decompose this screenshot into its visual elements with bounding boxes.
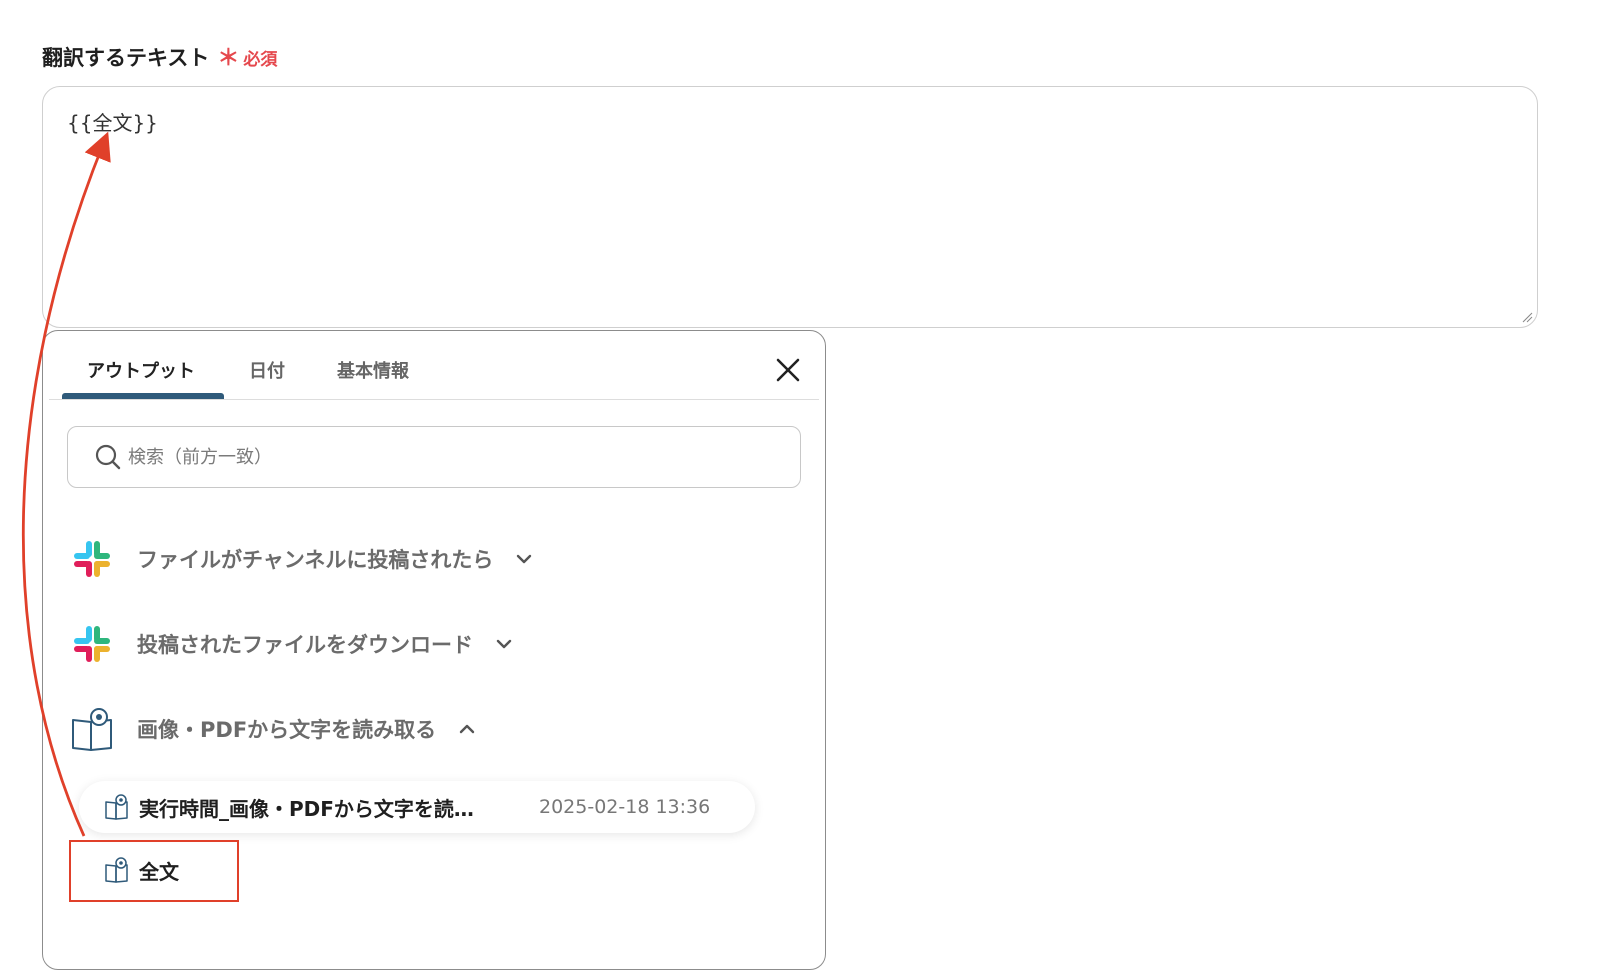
search-icon	[95, 444, 121, 470]
search-input[interactable]	[126, 445, 730, 469]
ocr-book-icon	[105, 857, 128, 883]
tab-basic-info[interactable]: 基本情報	[337, 357, 409, 383]
output-item-full-text[interactable]: 全文	[79, 847, 231, 893]
output-item-date: 2025-02-18 13:36	[539, 796, 711, 818]
translate-text-input[interactable]: {{全文}}	[42, 86, 1538, 328]
group-label: 画像・PDFから文字を読み取る	[137, 718, 437, 742]
required-text: 必須	[243, 50, 278, 70]
close-icon[interactable]	[773, 355, 803, 385]
tab-bar: アウトプット 日付 基本情報	[43, 331, 825, 401]
tab-date[interactable]: 日付	[249, 357, 285, 383]
group-label: ファイルがチャンネルに投稿されたら	[137, 548, 494, 572]
slack-icon	[74, 626, 110, 662]
highlight-box: 全文	[69, 840, 239, 902]
textarea-value: {{全文}}	[67, 111, 158, 135]
ocr-book-icon	[105, 794, 128, 820]
field-label-text: 翻訳するテキスト	[42, 46, 210, 70]
output-item-execution-time[interactable]: 実行時間_画像・PDFから文字を読… 2025-02-18 13:36	[79, 781, 755, 833]
group-label: 投稿されたファイルをダウンロード	[137, 633, 473, 657]
field-label: 翻訳するテキスト ＊ 必須	[42, 40, 277, 72]
chevron-down-icon	[496, 639, 512, 649]
ocr-book-icon	[72, 708, 112, 751]
resize-handle-icon[interactable]	[1521, 311, 1533, 323]
tab-output[interactable]: アウトプット	[87, 357, 195, 383]
tabs-divider	[49, 399, 819, 400]
chevron-up-icon	[459, 724, 475, 734]
output-picker-panel: アウトプット 日付 基本情報 ファイルがチャンネルに投稿されたら	[42, 330, 826, 970]
group-ocr-read-text[interactable]: 画像・PDFから文字を読み取る	[69, 704, 478, 754]
required-mark: ＊	[217, 46, 240, 71]
group-download-posted-file[interactable]: 投稿されたファイルをダウンロード	[69, 619, 515, 669]
search-box[interactable]	[67, 426, 801, 488]
chevron-down-icon	[517, 554, 532, 564]
slack-icon	[74, 541, 110, 577]
output-item-label: 全文	[139, 859, 179, 884]
group-file-posted-to-channel[interactable]: ファイルがチャンネルに投稿されたら	[69, 534, 535, 584]
output-item-label: 実行時間_画像・PDFから文字を読…	[139, 796, 474, 821]
